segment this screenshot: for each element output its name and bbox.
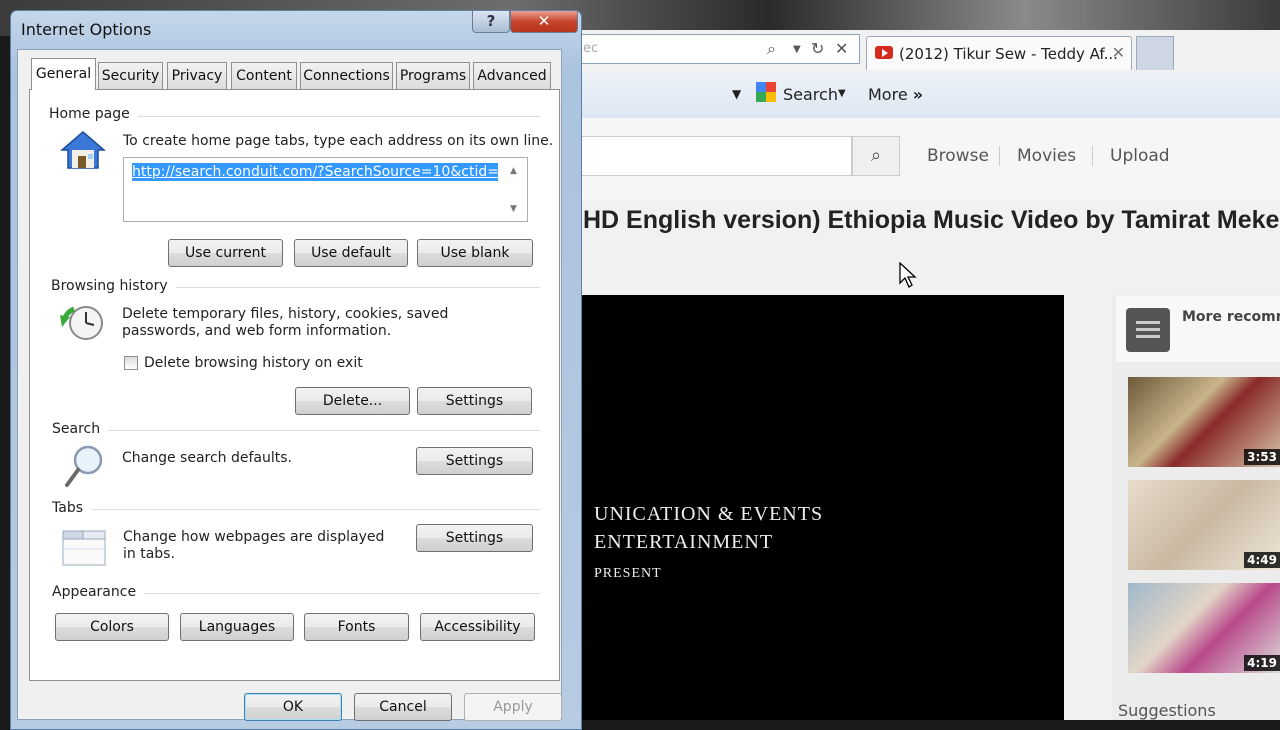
colors-button[interactable]: Colors bbox=[55, 613, 169, 641]
browser-tab[interactable]: (2012) Tikur Sew - Teddy Af... ✕ bbox=[866, 36, 1132, 70]
menu-icon[interactable] bbox=[1126, 308, 1170, 352]
tab-content[interactable]: Content bbox=[231, 62, 297, 89]
magnifier-icon bbox=[65, 445, 103, 487]
youtube-search-input[interactable] bbox=[560, 136, 852, 176]
divider bbox=[1092, 146, 1093, 166]
appearance-section-label: Appearance bbox=[52, 584, 145, 600]
tab-general[interactable]: General bbox=[31, 58, 96, 90]
scroll-up-icon[interactable]: ▲ bbox=[510, 166, 517, 176]
video-title: HD English version) Ethiopia Music Video… bbox=[583, 206, 1280, 234]
delete-on-exit-checkbox[interactable] bbox=[124, 356, 138, 370]
accessibility-button[interactable]: Accessibility bbox=[420, 613, 535, 641]
nav-upload[interactable]: Upload bbox=[1110, 146, 1170, 166]
youtube-search-button[interactable]: ⌕ bbox=[852, 136, 900, 176]
tab-programs[interactable]: Programs bbox=[396, 62, 470, 89]
search-settings-button[interactable]: Settings bbox=[416, 447, 533, 475]
address-text: ec bbox=[583, 41, 599, 56]
delete-on-exit-label[interactable]: Delete browsing history on exit bbox=[144, 355, 363, 372]
delete-button[interactable]: Delete... bbox=[295, 387, 410, 415]
tabs-window-icon bbox=[62, 530, 106, 566]
house-icon bbox=[60, 131, 106, 169]
tabs-settings-button[interactable]: Settings bbox=[416, 524, 533, 552]
cancel-button[interactable]: Cancel bbox=[354, 693, 452, 721]
close-tab-icon[interactable]: ✕ bbox=[1112, 43, 1125, 62]
use-default-button[interactable]: Use default bbox=[294, 239, 408, 267]
search-description: Change search defaults. bbox=[122, 450, 293, 466]
stop-icon[interactable]: ✕ bbox=[835, 39, 848, 58]
tabs-description: Change how webpages are displayed in tab… bbox=[123, 529, 385, 562]
section-divider bbox=[160, 287, 540, 288]
player-text-line: UNICATION & EVENTS bbox=[594, 503, 824, 525]
close-icon: ✕ bbox=[537, 12, 551, 30]
video-thumbnail[interactable]: 3:53 bbox=[1128, 377, 1280, 467]
video-duration: 3:53 bbox=[1244, 449, 1280, 465]
dialog-title: Internet Options bbox=[21, 20, 152, 39]
tab-security[interactable]: Security bbox=[98, 62, 163, 89]
section-divider bbox=[104, 430, 540, 431]
nav-movies[interactable]: Movies bbox=[1017, 146, 1076, 166]
scroll-down-icon[interactable]: ▼ bbox=[510, 204, 517, 214]
video-duration: 4:49 bbox=[1244, 552, 1280, 568]
close-button[interactable]: ✕ bbox=[510, 11, 578, 33]
sidebar-title: More recomm bbox=[1182, 309, 1280, 325]
tab-advanced[interactable]: Advanced bbox=[473, 62, 551, 89]
search-icon: ⌕ bbox=[870, 145, 882, 166]
history-settings-button[interactable]: Settings bbox=[417, 387, 532, 415]
more-button[interactable]: More » bbox=[868, 85, 923, 104]
video-duration: 4:19 bbox=[1244, 655, 1280, 671]
search-icon[interactable]: ⌕ bbox=[767, 39, 776, 59]
more-label: More bbox=[868, 85, 908, 104]
search-provider-button[interactable]: Search bbox=[783, 85, 838, 104]
chevron-down-icon[interactable]: ▼ bbox=[732, 87, 741, 101]
refresh-icon[interactable]: ↻ bbox=[811, 39, 824, 58]
google-icon bbox=[756, 82, 776, 102]
tab-connections[interactable]: Connections bbox=[300, 62, 393, 89]
dropdown-arrow-icon[interactable]: ▼ bbox=[793, 44, 801, 55]
home-page-section-label: Home page bbox=[49, 106, 138, 122]
suggestions-label: Suggestions bbox=[1118, 701, 1216, 720]
use-current-button[interactable]: Use current bbox=[168, 239, 283, 267]
section-divider bbox=[92, 509, 540, 510]
browsing-history-section-label: Browsing history bbox=[51, 278, 176, 294]
chevron-down-icon[interactable]: ▼ bbox=[838, 88, 846, 99]
apply-button[interactable]: Apply bbox=[464, 693, 562, 721]
home-page-description: To create home page tabs, type each addr… bbox=[123, 133, 554, 149]
browser-tab-title: (2012) Tikur Sew - Teddy Af... bbox=[899, 45, 1118, 63]
video-thumbnail[interactable]: 4:49 bbox=[1128, 480, 1280, 570]
home-page-url-text: http://search.conduit.com/?SearchSource=… bbox=[132, 163, 498, 181]
tab-privacy[interactable]: Privacy bbox=[167, 62, 227, 89]
double-chevron-icon: » bbox=[912, 85, 924, 104]
mouse-cursor-icon bbox=[899, 262, 917, 288]
divider bbox=[999, 146, 1000, 166]
browsing-history-description: Delete temporary files, history, cookies… bbox=[122, 306, 449, 339]
command-bar: ▼ Search ▼ More » bbox=[560, 72, 1280, 119]
video-thumbnail[interactable]: 4:19 bbox=[1128, 583, 1280, 673]
history-clock-icon bbox=[60, 306, 103, 340]
section-divider bbox=[138, 593, 540, 594]
address-bar[interactable]: ec ⌕ ▼ ↻ ✕ bbox=[560, 34, 860, 64]
languages-button[interactable]: Languages bbox=[180, 613, 294, 641]
home-page-url-textarea[interactable]: http://search.conduit.com/?SearchSource=… bbox=[123, 157, 528, 222]
section-divider bbox=[120, 116, 540, 117]
ok-button[interactable]: OK bbox=[244, 693, 342, 721]
help-button[interactable]: ? bbox=[472, 11, 510, 33]
use-blank-button[interactable]: Use blank bbox=[417, 239, 533, 267]
player-text-line: ENTERTAINMENT bbox=[594, 531, 774, 553]
nav-browse[interactable]: Browse bbox=[927, 146, 989, 166]
video-player[interactable]: UNICATION & EVENTS ENTERTAINMENT PRESENT bbox=[580, 295, 1064, 720]
new-tab-button[interactable] bbox=[1136, 36, 1174, 70]
fonts-button[interactable]: Fonts bbox=[304, 613, 409, 641]
youtube-favicon-icon bbox=[875, 46, 893, 59]
search-section-label: Search bbox=[52, 421, 109, 437]
tabs-section-label: Tabs bbox=[52, 500, 91, 516]
player-text-line: PRESENT bbox=[594, 566, 662, 581]
